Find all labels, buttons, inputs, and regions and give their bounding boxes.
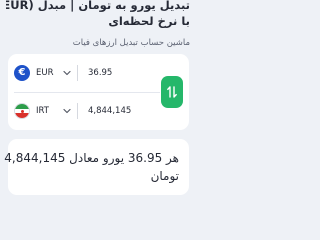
to-currency-select[interactable]: IRT: [36, 106, 62, 116]
eu-flag-icon: €: [14, 65, 30, 81]
row-separator: [14, 92, 160, 93]
from-currency-row: € EUR 36.95: [14, 59, 158, 87]
page-subtitle: ماشین حساب تبدیل ارزهای فیات: [72, 38, 190, 48]
to-currency-row: IRT 4,844,145: [14, 97, 158, 125]
iran-flag-icon: [14, 103, 30, 119]
result-text: هر 36.95 یورو معادل 4,844,145: [4, 151, 179, 165]
swap-vertical-icon: [167, 86, 177, 98]
from-currency-select[interactable]: EUR: [36, 68, 62, 78]
row-divider: [77, 65, 78, 81]
swap-button[interactable]: [161, 76, 183, 108]
result-text-unit: تومان: [150, 169, 179, 183]
page-title-line2: با نرخ لحظه‌ای: [108, 14, 190, 28]
chevron-down-icon[interactable]: [62, 68, 72, 78]
from-amount-input[interactable]: 36.95: [88, 68, 158, 78]
page: تبدیل یورو به تومان | مبدل (EUR) به (IRT…: [0, 0, 200, 200]
converter-card: € EUR 36.95 IRT 4,844,145: [8, 54, 189, 130]
chevron-down-icon[interactable]: [62, 106, 72, 116]
to-amount-input[interactable]: 4,844,145: [88, 106, 158, 116]
row-divider: [77, 103, 78, 119]
page-title: تبدیل یورو به تومان | مبدل (EUR) به (IRT…: [6, 0, 190, 12]
result-card: هر 36.95 یورو معادل 4,844,145 تومان: [4, 139, 189, 195]
